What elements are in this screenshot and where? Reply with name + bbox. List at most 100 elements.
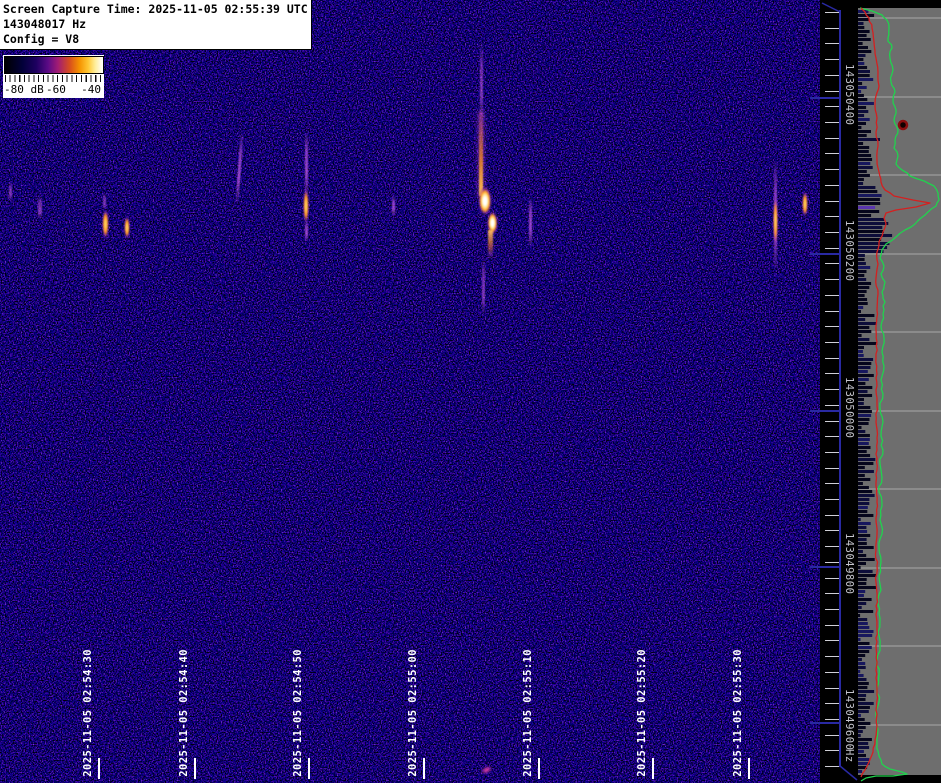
time-tick [652, 758, 654, 779]
spectrum-noise-bar [858, 714, 861, 717]
spectrum-noise-bar [858, 650, 869, 653]
freq-minor-tick [825, 546, 839, 547]
spectrum-noise-bar [858, 210, 879, 213]
spectrum-noise-bar [858, 334, 862, 337]
freq-minor-tick [825, 735, 839, 736]
spectrum-noise-bar [858, 542, 867, 545]
spectrum-noise-bar [858, 734, 861, 737]
spectrum-noise-bar [858, 166, 873, 169]
time-tick [748, 758, 750, 779]
freq-minor-tick [825, 122, 839, 123]
freq-minor-tick [825, 421, 839, 422]
spectrum-noise-bar [858, 578, 867, 581]
spectrum-noise-bar [858, 710, 869, 713]
spectrum-noise-bar [858, 74, 870, 77]
spectrum-noise-bar [858, 322, 877, 325]
spectrogram-capture-window: { "header": { "lines": [ "Screen Capture… [0, 0, 941, 783]
spectrum-noise-bar [858, 514, 873, 517]
spectrum-noise-bar [858, 406, 870, 409]
spectrum-noise-bar [858, 318, 865, 321]
spectrum-noise-bar [858, 262, 866, 265]
spectrum-noise-bar [858, 690, 874, 693]
freq-minor-tick [825, 656, 839, 657]
spectrum-noise-bar [858, 130, 871, 133]
spectrum-noise-bar [858, 266, 870, 269]
spectrum-noise-bar [858, 122, 866, 125]
time-tick-label: 2025-11-05 02:55:10 [522, 649, 534, 777]
time-tick-label: 2025-11-05 02:55:00 [407, 649, 419, 777]
spectrum-noise-bar [858, 374, 874, 377]
freq-minor-tick [825, 169, 839, 170]
time-tick-label: 2025-11-05 02:54:30 [82, 649, 94, 777]
spectrum-noise-bar [858, 206, 875, 209]
spectrum-noise-bar [858, 362, 871, 365]
spectrum-noise-bar [858, 662, 865, 665]
spectrum-noise-bar [858, 298, 867, 301]
freq-minor-tick [825, 373, 839, 374]
spectrum-noise-bar [858, 558, 875, 561]
spectrum-noise-bar [858, 498, 869, 501]
spectrum-noise-bar [858, 270, 867, 273]
spectrum-noise-bar [858, 602, 866, 605]
freq-minor-tick [825, 405, 839, 406]
frequency-axis-line [839, 10, 841, 767]
spectrum-noise-bar [858, 590, 865, 593]
spectrum-noise-bar [858, 642, 870, 645]
spectrum-noise-bar [858, 646, 872, 649]
spectrum-noise-bar [858, 250, 884, 253]
spectrum-noise-bar [858, 686, 867, 689]
spectrum-noise-bar [858, 610, 873, 613]
spectrum-noise-bar [858, 134, 867, 137]
freq-minor-tick [825, 185, 839, 186]
spectrum-noise-bar [858, 494, 875, 497]
spectrum-noise-bar [858, 126, 861, 129]
spectrum-noise-bar [858, 426, 862, 429]
spectrum-noise-bar [858, 62, 864, 65]
spectrum-noise-bar [858, 446, 871, 449]
frequency-readout-line: 143048017 Hz [3, 17, 308, 32]
spectrum-noise-bar [858, 618, 867, 621]
meteor-echo-blob-orange [124, 216, 130, 239]
meteor-echo-streak-purple [392, 196, 395, 216]
freq-minor-tick [825, 640, 839, 641]
spectrum-noise-bar [858, 90, 861, 93]
spectrogram-waterfall: 2025-11-05 02:54:302025-11-05 02:54:4020… [0, 0, 820, 783]
freq-minor-tick [825, 468, 839, 469]
spectrum-noise-bar [858, 614, 860, 617]
freq-minor-tick [825, 766, 839, 767]
spectrum-noise-bar [858, 550, 863, 553]
spectrum-noise-bar [858, 22, 864, 25]
freq-major-tick [810, 566, 839, 568]
spectrum-noise-bar [858, 54, 866, 57]
freq-minor-tick [825, 59, 839, 60]
freq-minor-tick [825, 216, 839, 217]
meteor-echo-streak-purple [305, 221, 308, 241]
spectrum-noise-bar [858, 170, 867, 173]
time-tick [538, 758, 540, 779]
spectrum-marker-dot [899, 121, 907, 129]
freq-minor-tick [825, 452, 839, 453]
spectrum-noise-bar [858, 230, 884, 233]
spectrum-noise-bar [858, 474, 865, 477]
time-tick [98, 758, 100, 779]
freq-minor-tick [825, 389, 839, 390]
spectrum-noise-bar [858, 634, 872, 637]
spectrum-noise-bar [858, 726, 866, 729]
spectrum-noise-bar [858, 450, 867, 453]
freq-tick-label: 143049600 [843, 689, 855, 750]
freq-minor-tick [825, 12, 839, 13]
spectrum-noise-bar [858, 294, 865, 297]
spectrum-noise-bar [858, 466, 865, 469]
capture-time-line: Screen Capture Time: 2025-11-05 02:55:39… [3, 2, 308, 17]
freq-minor-tick [825, 358, 839, 359]
spectrum-noise-bar [858, 434, 870, 437]
capture-info-box: Screen Capture Time: 2025-11-05 02:55:39… [0, 0, 312, 50]
spectrum-noise-bar [858, 282, 871, 285]
spectrum-noise-bar [858, 98, 867, 101]
time-tick [308, 758, 310, 779]
freq-minor-tick [825, 263, 839, 264]
spectrum-noise-bar [858, 142, 863, 145]
spectrum-noise-bar [858, 366, 871, 369]
spectrum-noise-bar [858, 746, 869, 749]
spectrum-noise-bar [858, 750, 864, 753]
